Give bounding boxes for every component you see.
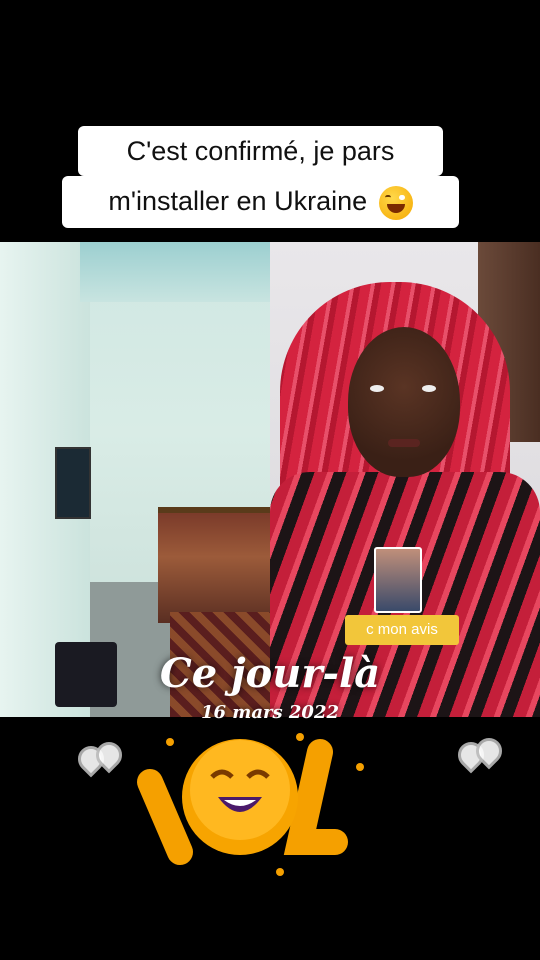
hearts-icon	[72, 736, 128, 778]
face	[348, 327, 460, 477]
ceiling	[80, 242, 270, 302]
caption-line-2: m'installer en Ukraine	[62, 176, 459, 228]
caption-text-2: m'installer en Ukraine	[108, 186, 368, 216]
memory-date: 16 mars 2022	[200, 702, 339, 723]
sticker-label: c mon avis	[366, 621, 438, 638]
lol-sticker-icon	[137, 733, 364, 876]
right-video-pane	[270, 242, 540, 717]
caption-text-1: C'est confirmé, je pars	[126, 136, 395, 166]
duet-video[interactable]	[0, 242, 540, 717]
hearts-icon	[452, 732, 508, 774]
caption-line-1: C'est confirmé, je pars	[78, 126, 443, 176]
bed	[158, 507, 270, 623]
tv-icon	[55, 447, 91, 519]
eye	[422, 385, 436, 392]
memory-title: Ce jour-là	[159, 650, 381, 697]
laughing-emoji-icon	[378, 185, 413, 220]
left-video-pane	[0, 242, 270, 717]
eye	[370, 385, 384, 392]
mouth	[388, 439, 420, 447]
text-sticker: c mon avis	[345, 615, 459, 645]
mini-thumbnail	[374, 547, 422, 613]
